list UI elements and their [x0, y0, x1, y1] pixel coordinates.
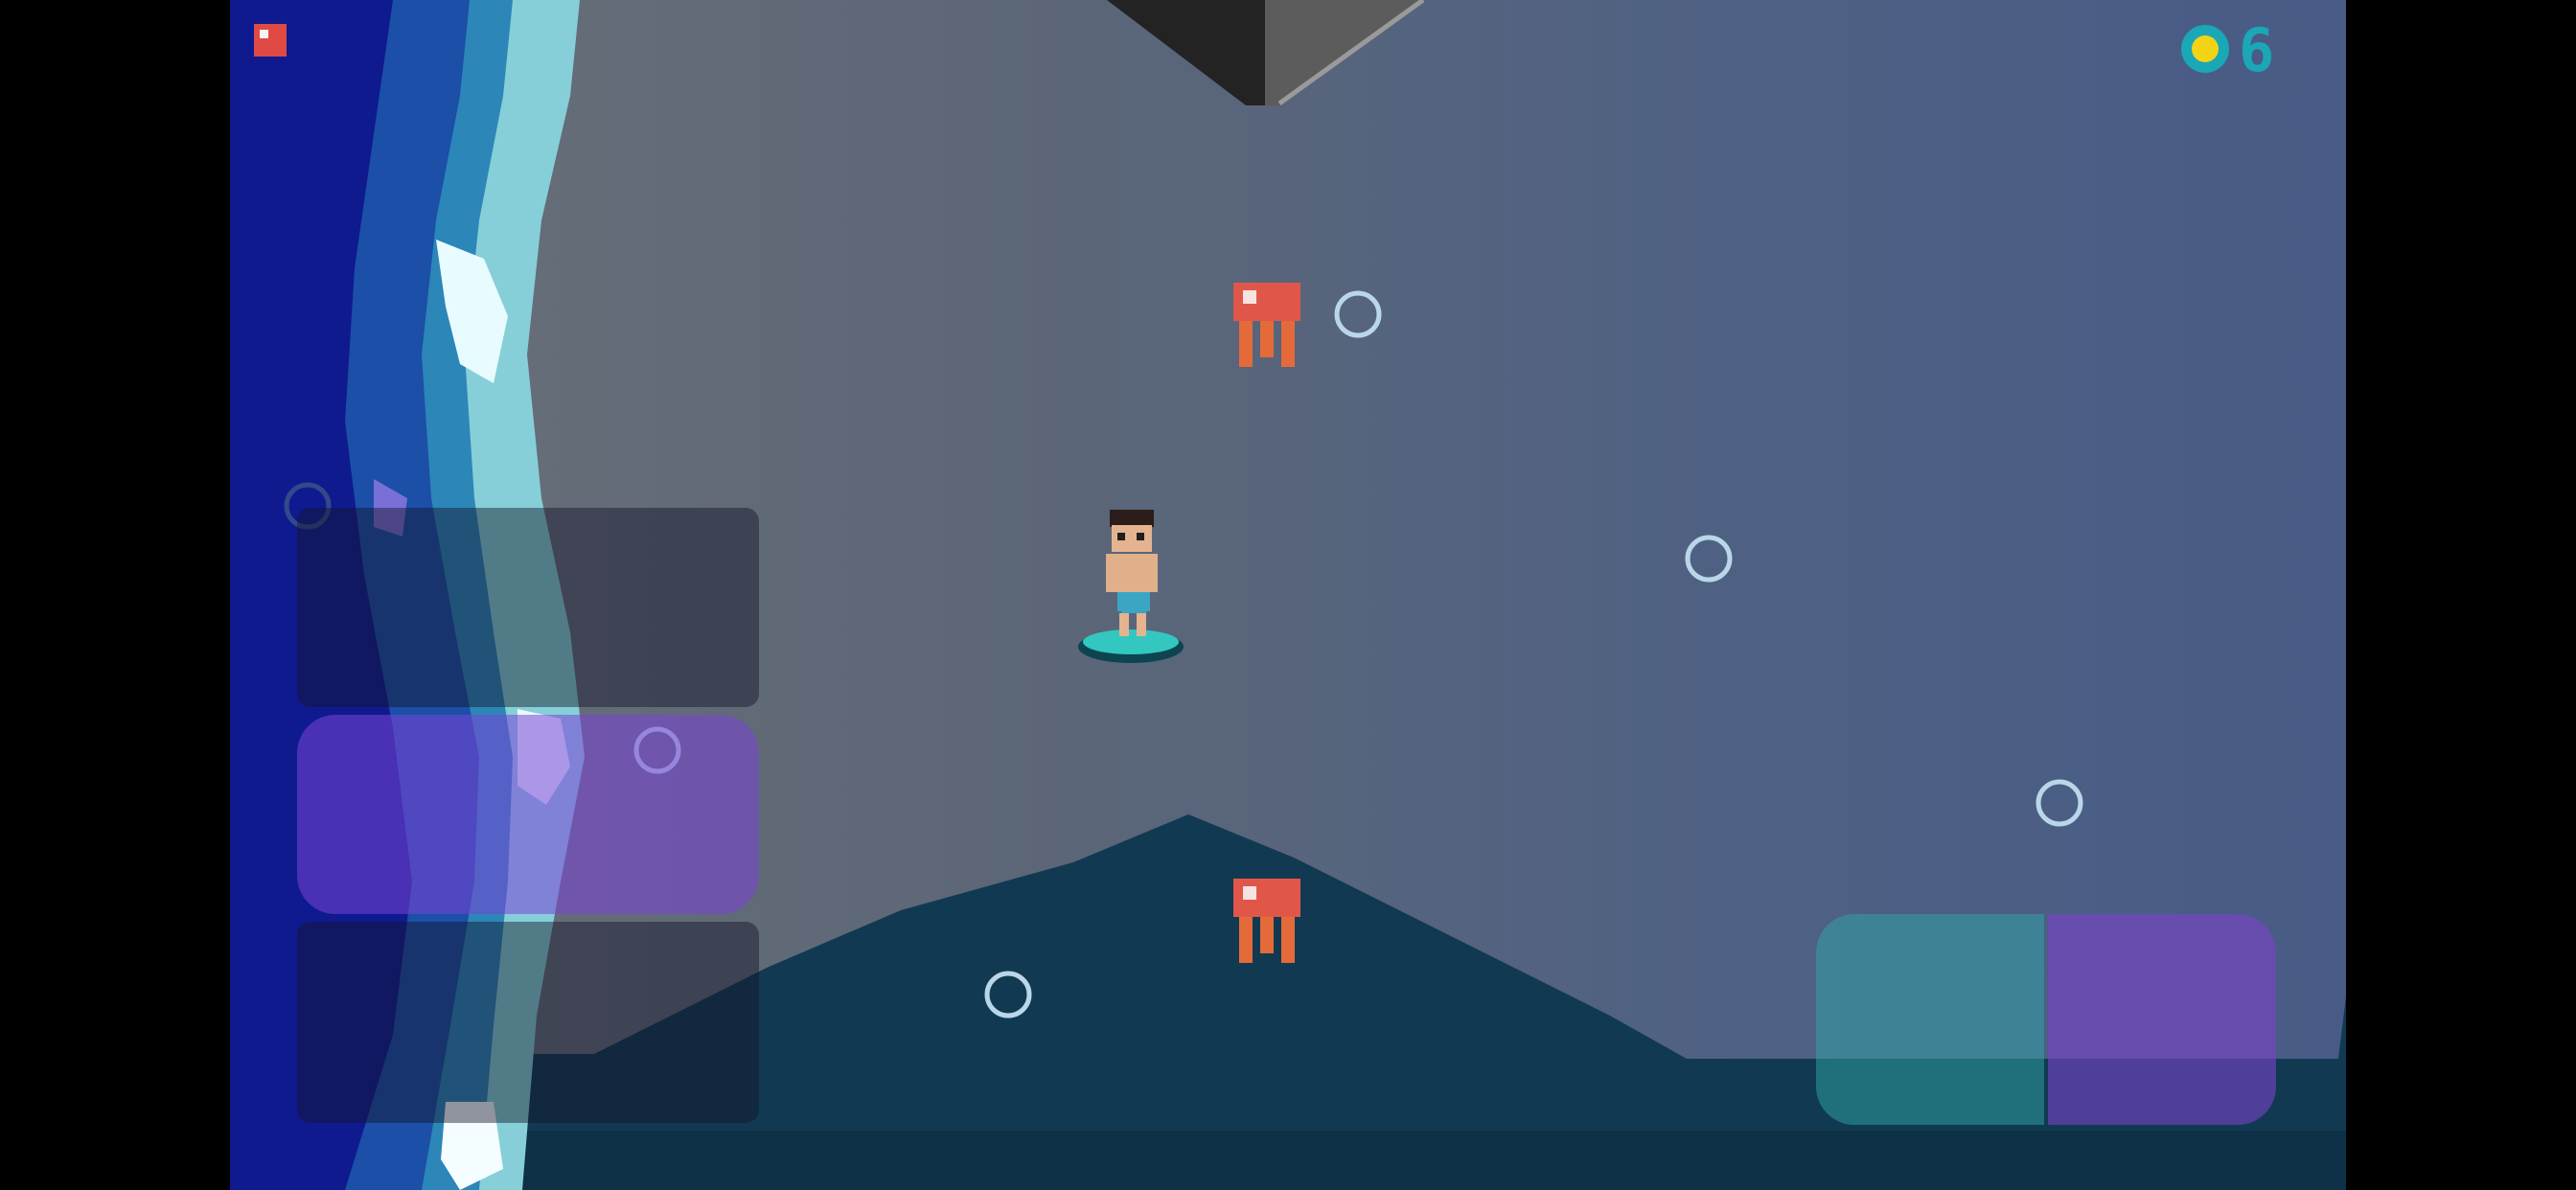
up-button[interactable]: [297, 508, 759, 707]
left-button[interactable]: [1816, 914, 2044, 1125]
letterbox-right: [2346, 0, 2576, 1190]
bubble: [1334, 290, 1382, 338]
middle-button[interactable]: [297, 715, 759, 914]
right-button[interactable]: [2048, 914, 2276, 1125]
jellyfish-enemy: [1233, 283, 1300, 367]
letterbox-left: [0, 0, 230, 1190]
pause-square-icon: [260, 30, 268, 38]
bubble: [2036, 779, 2083, 827]
down-button[interactable]: [297, 922, 759, 1123]
coin-count: 6: [2239, 15, 2275, 85]
ceiling-rock: [1107, 0, 1425, 106]
pause-button[interactable]: [254, 24, 287, 57]
bubble: [1685, 535, 1733, 583]
coin-icon: [2181, 25, 2229, 73]
game-viewport[interactable]: 6: [230, 0, 2346, 1190]
jellyfish-enemy: [1233, 879, 1300, 963]
player-surfer: [1078, 510, 1184, 663]
